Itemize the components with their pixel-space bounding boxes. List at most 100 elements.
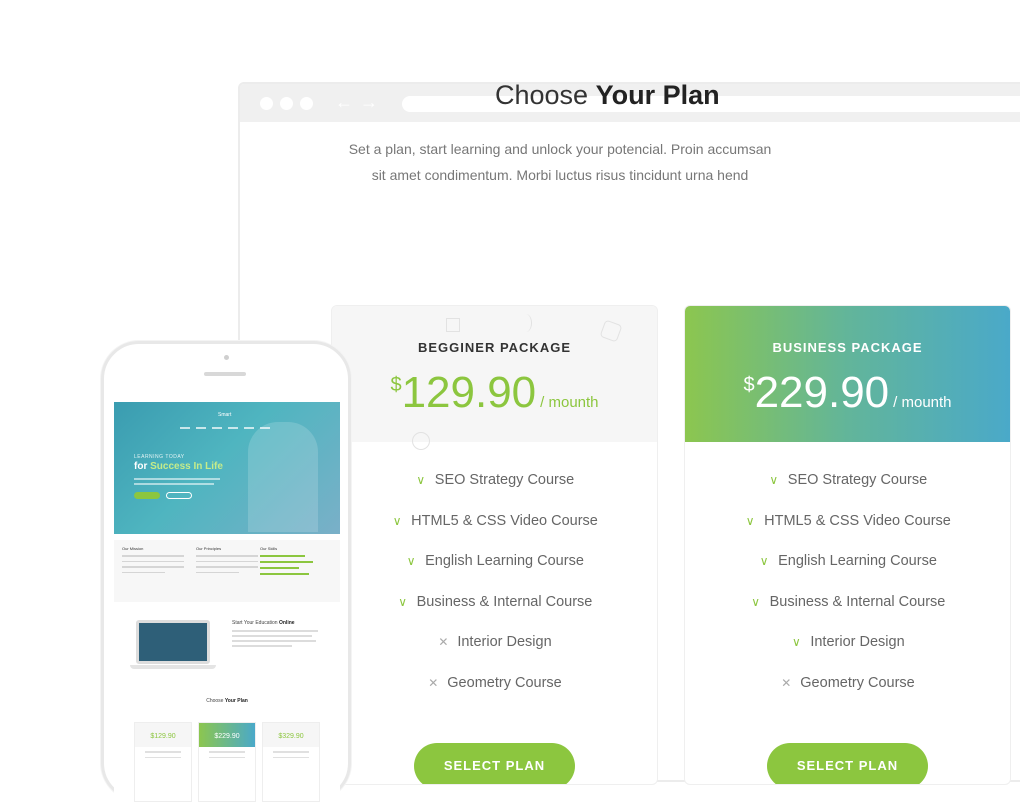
info-column: Our Principles <box>196 546 258 577</box>
plan-amount: 229.90 <box>754 368 890 417</box>
phone-plan-price: $129.90 <box>135 723 191 747</box>
feature-item: ∨ English Learning Course <box>685 553 1010 594</box>
phone-plan-title-light: Choose <box>206 698 224 704</box>
feature-item: ∨ English Learning Course <box>332 553 657 594</box>
plan-period: / mounth <box>540 394 599 411</box>
phone-nav-item <box>244 427 254 429</box>
education-text-line <box>232 640 316 642</box>
phone-mockup: Smart LEARNING TODAY for Success In Life… <box>101 341 351 802</box>
forward-arrow-icon[interactable]: → <box>360 93 378 111</box>
feature-item: ∨ SEO Strategy Course <box>685 472 1010 513</box>
phone-plan-price: $229.90 <box>199 723 255 747</box>
circle-deco-icon <box>412 432 430 450</box>
feature-label: Business & Internal Course <box>416 593 593 610</box>
check-icon: ∨ <box>769 473 779 487</box>
feature-item: ✕ Interior Design <box>332 634 657 675</box>
plan-currency: $ <box>390 374 402 396</box>
plan-card-header: BUSINESS PACKAGE $229.90/ mounth <box>685 306 1010 442</box>
info-column-title: Our Skills <box>260 546 278 551</box>
phone-nav-item <box>228 427 238 429</box>
laptop-image <box>136 620 210 664</box>
plan-amount: 129.90 <box>401 368 537 417</box>
phone-info-columns: Our Mission Our Principles Our Skills <box>114 540 340 602</box>
info-column-title: Our Mission <box>122 546 144 551</box>
hero-secondary-button[interactable] <box>166 492 192 499</box>
phone-plan-title-bold: Your Plan <box>224 698 248 704</box>
select-plan-button[interactable]: SELECT PLAN <box>767 743 928 784</box>
check-icon: ∨ <box>406 554 416 569</box>
plan-name: BEGGINER PACKAGE <box>418 340 571 355</box>
hero-title-prefix: for <box>134 461 151 472</box>
plan-currency: $ <box>743 374 755 396</box>
select-plan-button[interactable]: SELECT PLAN <box>414 743 575 784</box>
check-icon: ∨ <box>398 594 408 609</box>
cross-icon: ✕ <box>428 675 439 690</box>
feature-item: ∨ HTML5 & CSS Video Course <box>685 513 1010 554</box>
page-subtitle: Set a plan, start learning and unlock yo… <box>300 136 820 188</box>
plan-period: / mounth <box>893 394 952 411</box>
info-column-title: Our Principles <box>196 546 222 551</box>
window-dot-icon <box>280 97 293 110</box>
check-icon: ∨ <box>751 594 761 609</box>
feature-label: HTML5 & CSS Video Course <box>411 512 598 529</box>
feature-item: ✕ Geometry Course <box>685 675 1010 716</box>
window-dot-icon <box>300 97 313 110</box>
feature-item: ∨ HTML5 & CSS Video Course <box>332 513 657 554</box>
feature-label: Business & Internal Course <box>769 593 946 610</box>
check-icon: ∨ <box>791 635 801 650</box>
phone-plan-title: Choose Your Plan <box>114 698 340 704</box>
feature-label: HTML5 & CSS Video Course <box>764 512 951 529</box>
plan-card-business: BUSINESS PACKAGE $229.90/ mounth ∨ SEO St… <box>684 305 1011 785</box>
back-arrow-icon[interactable]: ← <box>335 93 353 111</box>
feature-list: ∨ SEO Strategy Course ∨ HTML5 & CSS Video … <box>685 472 1010 716</box>
hero-text-line <box>134 478 220 480</box>
plan-name: BUSINESS PACKAGE <box>772 340 923 355</box>
laptop-base <box>130 665 216 669</box>
education-text-line <box>232 630 318 632</box>
feature-item: ∨ Business & Internal Course <box>685 594 1010 635</box>
phone-plan-price: $329.90 <box>263 723 319 747</box>
arc-deco-icon <box>520 314 532 332</box>
education-text-line <box>232 635 312 637</box>
phone-plan-card: $129.90 <box>134 722 192 802</box>
education-title-bold: Online <box>278 620 295 626</box>
cross-icon: ✕ <box>438 635 449 650</box>
feature-item: ✕ Geometry Course <box>332 675 657 716</box>
feature-label: Interior Design <box>457 634 552 651</box>
hero-photo <box>248 422 318 532</box>
plan-price: $129.90/ mounth <box>332 368 657 418</box>
window-dot-icon <box>260 97 273 110</box>
feature-label: English Learning Course <box>778 553 937 570</box>
phone-screen: Smart LEARNING TODAY for Success In Life… <box>114 402 340 802</box>
phone-plan-card: $329.90 <box>262 722 320 802</box>
page-title: Choose Your Plan <box>495 80 720 111</box>
feature-label: English Learning Course <box>425 553 584 570</box>
plan-card-beginner: BEGGINER PACKAGE $129.90/ mounth ∨ SEO St… <box>331 305 658 785</box>
hero-title-highlight: Success In Life <box>150 461 223 472</box>
hero-text-line <box>134 483 214 485</box>
education-text-line <box>232 645 292 647</box>
feature-item: ∨ Interior Design <box>685 634 1010 675</box>
phone-nav-item <box>180 427 190 429</box>
page-title-bold: Your Plan <box>595 80 720 110</box>
cross-icon: ✕ <box>781 675 792 690</box>
phone-logo: Smart <box>218 412 232 418</box>
speaker-icon <box>204 372 246 376</box>
hero-tagline: LEARNING TODAY <box>134 454 185 460</box>
feature-item: ∨ SEO Strategy Course <box>332 472 657 513</box>
feature-label: Geometry Course <box>800 674 915 691</box>
education-title-light: Start Your Education <box>232 620 278 626</box>
phone-nav-item <box>212 427 222 429</box>
camera-icon <box>224 355 229 360</box>
page-subtitle-line: sit amet condimentum. Morbi luctus risus… <box>371 167 749 183</box>
phone-nav-item <box>260 427 270 429</box>
hero-primary-button[interactable] <box>134 492 160 499</box>
check-icon: ∨ <box>745 513 755 528</box>
check-icon: ∨ <box>392 513 402 528</box>
hero-title: for Success In Life <box>134 461 223 472</box>
phone-nav-item <box>196 427 206 429</box>
square-deco-icon <box>446 318 460 332</box>
page-title-light: Choose <box>495 80 589 110</box>
feature-label: Interior Design <box>810 634 905 651</box>
feature-item: ∨ Business & Internal Course <box>332 594 657 635</box>
